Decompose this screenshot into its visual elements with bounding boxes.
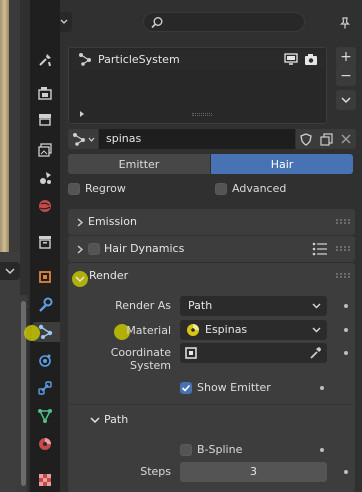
emission-panel-header[interactable]: Emission [68,209,355,235]
panel-title: Emission [88,215,137,228]
close-icon [341,134,351,144]
panel-drag-handle[interactable] [336,273,350,278]
search-input[interactable] [143,12,305,32]
constraints-tab-icon[interactable] [35,378,55,398]
panel-drag-handle[interactable] [336,246,350,251]
object-tab-icon[interactable] [35,267,55,287]
advanced-label: Advanced [232,182,287,195]
duplicate-icon [319,132,333,146]
hair-dynamics-panel-header[interactable]: Hair Dynamics [68,236,355,262]
list-resize-grip[interactable] [192,113,212,116]
chevron-down-icon [312,327,321,333]
keyframe-dot-icon[interactable] [320,386,324,390]
steps-value: 3 [250,465,257,478]
chevron-down-icon [5,268,15,275]
add-particle-system-button[interactable]: + [336,47,356,67]
pin-icon[interactable] [338,16,352,30]
regrow-label: Regrow [85,182,126,195]
coordinate-system-label: Coordinate System [110,346,171,372]
show-emitter-checkbox[interactable] [180,382,192,394]
material-sphere-icon [187,324,199,336]
render-as-dropdown[interactable]: Path [180,296,327,316]
steps-number-field[interactable]: 3 [180,462,327,482]
checkmark-icon [181,384,191,392]
panel-title: Hair Dynamics [104,242,185,255]
keyframe-dot-icon[interactable] [344,328,348,332]
remove-particle-system-button[interactable]: − [336,66,356,86]
caret-down-icon[interactable] [75,275,85,283]
physics-tab-icon[interactable] [35,350,55,370]
viewport-edge [0,0,20,492]
coordinate-system-field[interactable] [180,343,327,363]
material-dropdown[interactable]: Espinas [180,320,327,340]
keyframe-dot-icon[interactable] [320,448,324,452]
object-icon [185,347,197,359]
hair-type-button[interactable]: Hair [211,154,353,174]
render-panel-title: Render [89,269,129,282]
particle-settings-name-field[interactable]: spinas [99,129,295,149]
world-tab-icon[interactable] [35,196,55,216]
list-specials-button[interactable] [336,90,356,110]
data-tab-icon[interactable] [35,406,55,426]
view-layer-tab-icon[interactable] [35,140,55,160]
list-item-label: ParticleSystem [98,53,180,66]
particles-icon [79,53,91,66]
particle-settings-browse-button[interactable] [68,129,98,149]
tool-tab-icon[interactable] [35,50,55,70]
presets-list-icon[interactable] [312,242,328,256]
subpanel-divider [68,404,355,405]
camera-icon[interactable] [304,53,318,66]
render-tab-icon[interactable] [35,83,55,103]
material-tab-icon[interactable] [35,434,55,454]
click-highlight-marker [24,325,40,341]
caret-down-icon[interactable] [90,416,100,424]
viewport-object-texture [0,0,9,252]
chevron-down-icon [60,19,68,24]
bspline-label: B-Spline [197,443,243,456]
emitter-type-button[interactable]: Emitter [68,154,210,174]
viewport-background [9,0,20,252]
keyframe-dot-icon[interactable] [344,470,348,474]
chevron-down-icon [341,97,351,104]
unlink-settings-button[interactable] [336,129,356,149]
texture-tab-icon[interactable] [35,470,55,490]
advanced-checkbox[interactable] [215,183,227,195]
steps-label: Steps [140,465,171,478]
viewport-dropdown-button[interactable] [0,262,20,280]
search-icon [151,17,163,29]
scene-tab-icon[interactable] [35,168,55,188]
modifier-tab-icon[interactable] [35,295,55,315]
material-value: Espinas [205,323,248,336]
keyframe-dot-icon[interactable] [344,304,348,308]
hair-dynamics-checkbox[interactable] [88,243,100,255]
bspline-checkbox[interactable] [180,444,192,456]
output-tab-icon[interactable] [35,110,55,130]
path-subpanel-title: Path [104,413,129,426]
list-options-caret-icon[interactable] [78,110,86,118]
collection-tab-icon[interactable] [35,232,55,252]
material-label: Material [126,324,171,337]
fake-user-button[interactable] [296,129,316,149]
regrow-checkbox[interactable] [68,183,80,195]
caret-right-icon [77,218,84,227]
monitor-icon[interactable] [284,53,298,66]
caret-right-icon [77,245,84,254]
show-emitter-label: Show Emitter [197,381,271,394]
viewport-scrollbar[interactable] [20,295,27,492]
eyedropper-icon[interactable] [308,346,322,360]
duplicate-settings-button[interactable] [316,129,336,149]
list-item[interactable]: ParticleSystem [72,50,324,69]
panel-drag-handle[interactable] [336,219,350,224]
shield-icon [300,132,312,146]
chevron-down-icon [312,303,321,309]
properties-tab-bar [30,0,60,492]
particles-icon [72,133,85,146]
render-as-value: Path [188,299,213,312]
chevron-down-icon [88,137,94,142]
keyframe-dot-icon[interactable] [344,351,348,355]
render-as-label: Render As [115,299,171,312]
